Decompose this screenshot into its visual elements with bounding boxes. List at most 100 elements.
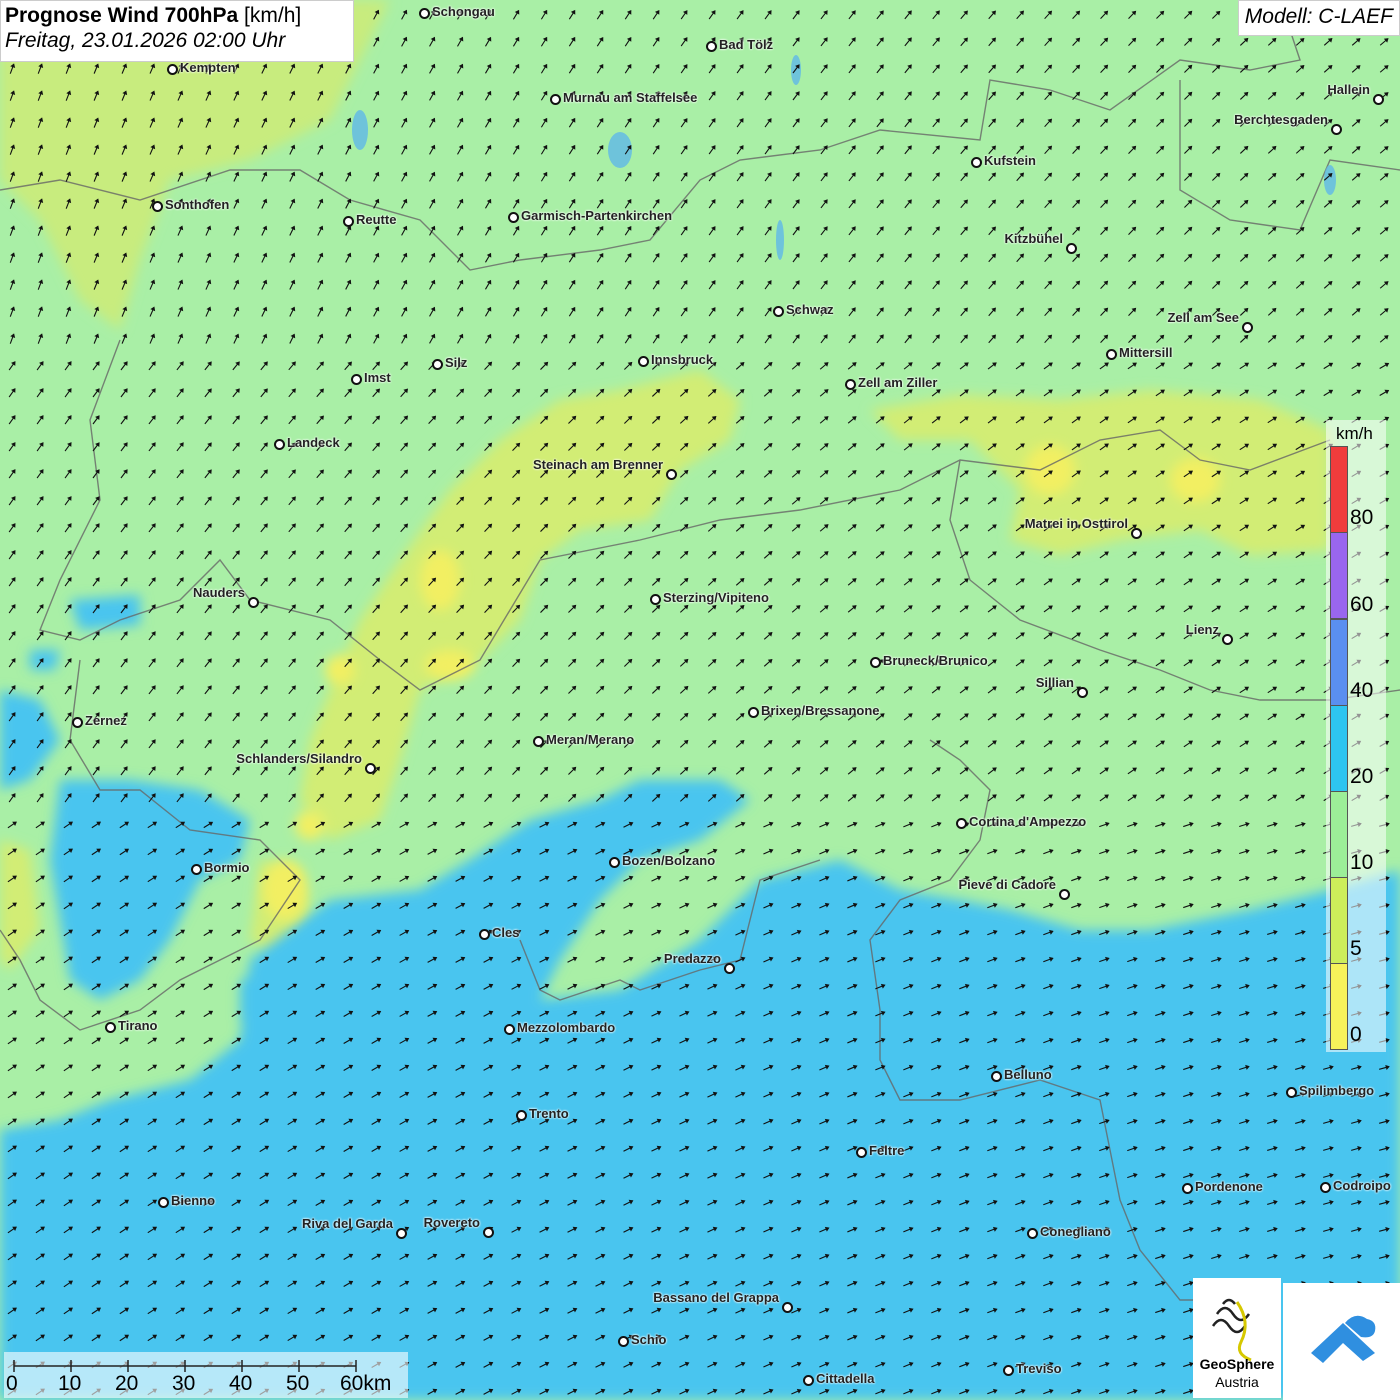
city-marker — [504, 1024, 515, 1035]
city-label: Imst — [364, 370, 391, 385]
city-marker — [724, 963, 735, 974]
city-label: Sterzing/Vipiteno — [663, 590, 769, 605]
city-marker — [533, 736, 544, 747]
scale-tick-label: 50 — [286, 1372, 310, 1395]
city-label: Matrei in Osttirol — [1024, 516, 1128, 531]
city-label: Zell am See — [1167, 310, 1239, 325]
city-label: Predazzo — [663, 951, 721, 966]
city-marker — [1320, 1182, 1331, 1193]
city-label: Bormio — [204, 860, 250, 875]
city-marker — [991, 1071, 1002, 1082]
city-label: Berchtesgaden — [1234, 112, 1328, 127]
city-marker — [550, 94, 561, 105]
city-marker — [706, 41, 717, 52]
legend-tick: 0 — [1350, 1023, 1362, 1046]
weather-app-icon — [1311, 1315, 1376, 1363]
city-label: Codroipo — [1333, 1178, 1391, 1193]
legend-color-1 — [1330, 532, 1348, 619]
city-label: Sonthofen — [165, 197, 230, 212]
city-label: Steinach am Brenner — [532, 457, 663, 472]
city-marker — [1027, 1228, 1038, 1239]
weather-app-logo — [1283, 1283, 1400, 1400]
city-marker — [72, 717, 83, 728]
city-marker — [773, 306, 784, 317]
legend-color-3 — [1330, 705, 1348, 792]
legend-tick: 80 — [1350, 506, 1374, 529]
city-marker — [1003, 1365, 1014, 1376]
city-label: Mittersill — [1119, 345, 1173, 360]
city-marker — [956, 818, 967, 829]
city-marker — [782, 1302, 793, 1313]
city-marker — [856, 1147, 867, 1158]
city-label: Kufstein — [984, 153, 1036, 168]
wind-map: Prognose Wind 700hPa [km/h] Freitag, 23.… — [0, 0, 1400, 1400]
city-label: Murnau am Staffelsee — [563, 90, 698, 105]
legend-tick: 20 — [1350, 765, 1374, 788]
legend-tick: 5 — [1350, 937, 1362, 960]
legend-tick: 60 — [1350, 593, 1374, 616]
city-label: Schongau — [432, 4, 495, 19]
city-label: Spilimbergo — [1299, 1083, 1375, 1098]
legend-tick: 10 — [1350, 851, 1374, 874]
city-marker — [1331, 124, 1342, 135]
city-marker — [748, 707, 759, 718]
city-marker — [666, 469, 677, 480]
logo-line1: GeoSphere — [1199, 1356, 1275, 1372]
city-label: Zernez — [85, 713, 127, 728]
city-marker — [1066, 243, 1077, 254]
legend-color-6 — [1330, 963, 1348, 1050]
city-label: Zell am Ziller — [858, 375, 938, 390]
city-label: Meran/Merano — [546, 732, 635, 747]
logo-line2: Austria — [1215, 1374, 1259, 1390]
legend-unit: km/h — [1336, 424, 1373, 443]
city-label: Lienz — [1185, 622, 1219, 637]
scale-tick-label: 20 — [115, 1372, 139, 1395]
city-marker — [1077, 687, 1088, 698]
city-label: Bruneck/Brunico — [883, 653, 988, 668]
city-label: Mezzolombardo — [517, 1020, 616, 1035]
city-label: Silz — [445, 355, 468, 370]
city-label: Tirano — [118, 1018, 158, 1033]
scale-tick-label: 30 — [172, 1372, 196, 1395]
city-label: Bad Tölz — [719, 37, 774, 52]
city-marker — [508, 212, 519, 223]
legend-tick: 40 — [1350, 679, 1374, 702]
city-marker — [248, 597, 259, 608]
forecast-datetime: Freitag, 23.01.2026 02:00 Uhr — [5, 29, 286, 52]
city-marker — [650, 594, 661, 605]
city-label: Landeck — [287, 435, 340, 450]
city-marker — [1373, 94, 1384, 105]
city-marker — [1242, 322, 1253, 333]
city-marker — [1182, 1183, 1193, 1194]
geosphere-logo-icon — [1211, 1298, 1252, 1362]
city-marker — [396, 1228, 407, 1239]
map-title: Prognose Wind 700hPa — [5, 4, 239, 27]
city-marker — [618, 1336, 629, 1347]
city-label: Pordenone — [1195, 1179, 1263, 1194]
city-label: Brixen/Bressanone — [761, 703, 880, 718]
legend-color-0 — [1330, 446, 1348, 533]
city-label: Cles — [492, 925, 520, 940]
city-marker — [1131, 528, 1142, 539]
city-label: Treviso — [1016, 1361, 1062, 1376]
city-label: Bozen/Bolzano — [622, 853, 716, 868]
city-label: Nauders — [192, 585, 245, 600]
city-marker — [1286, 1087, 1297, 1098]
city-marker — [479, 929, 490, 940]
map-title-unit: [km/h] — [244, 4, 302, 27]
city-label: Cittadella — [816, 1371, 875, 1386]
city-label: Belluno — [1004, 1067, 1052, 1082]
city-marker — [419, 8, 430, 19]
city-marker — [483, 1227, 494, 1238]
scale-tick-label: 40 — [229, 1372, 253, 1395]
city-label: Cortina d'Ampezzo — [969, 814, 1087, 829]
city-marker — [152, 201, 163, 212]
city-marker — [158, 1197, 169, 1208]
scale-tick-label: 0 — [6, 1372, 18, 1395]
city-label: Innsbruck — [651, 352, 714, 367]
city-marker — [845, 379, 856, 390]
city-label: Kitzbühel — [1004, 231, 1064, 246]
legend-color-2 — [1330, 619, 1348, 706]
city-label: Bassano del Grappa — [653, 1290, 779, 1305]
legend-color-5 — [1330, 877, 1348, 964]
